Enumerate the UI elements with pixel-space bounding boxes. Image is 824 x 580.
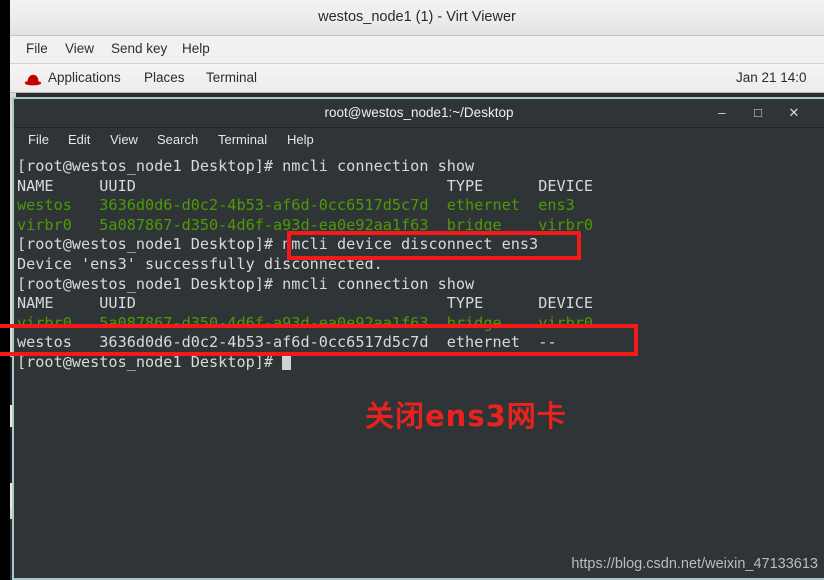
- terminal-text: virbr0 5a087867-d350-4d6f-a93d-ea0e92aa1…: [17, 313, 603, 332]
- terminal-line: [root@westos_node1 Desktop]# nmcli conne…: [17, 157, 824, 177]
- watermark-text: https://blog.csdn.net/weixin_47133613: [571, 556, 818, 572]
- terminal-text: [root@westos_node1 Desktop]# nmcli devic…: [17, 235, 539, 254]
- terminal-text: NAME UUID TYPE DEVICE: [17, 176, 603, 195]
- terminal-menubar: File Edit View Search Terminal Help: [14, 128, 824, 154]
- terminal-text: Device 'ens3' successfully disconnected.: [17, 254, 383, 273]
- menu-file[interactable]: File: [26, 41, 48, 56]
- terminal-cursor: [282, 354, 292, 370]
- terminal-menu-terminal[interactable]: Terminal: [218, 132, 267, 147]
- terminal-text: virbr0 5a087867-d350-4d6f-a93d-ea0e92aa1…: [17, 215, 603, 234]
- terminal-menu-file[interactable]: File: [28, 132, 49, 147]
- virt-viewer-titlebar: westos_node1 (1) - Virt Viewer: [10, 0, 824, 36]
- panel-places-menu[interactable]: Places: [144, 70, 185, 85]
- close-button[interactable]: ✕: [784, 104, 804, 122]
- terminal-text: westos 3636d0d6-d0c2-4b53-af6d-0cc6517d5…: [17, 196, 603, 215]
- terminal-text: [root@westos_node1 Desktop]# nmcli conne…: [17, 274, 475, 293]
- terminal-line: [root@westos_node1 Desktop]#: [17, 353, 824, 373]
- virt-viewer-window: westos_node1 (1) - Virt Viewer File View…: [0, 0, 824, 580]
- terminal-text: [root@westos_node1 Desktop]#: [17, 352, 283, 371]
- terminal-title: root@westos_node1:~/Desktop: [324, 105, 514, 120]
- minimize-button[interactable]: –: [712, 104, 732, 122]
- menu-send-key[interactable]: Send key: [111, 41, 167, 56]
- terminal-menu-view[interactable]: View: [110, 132, 138, 147]
- maximize-button[interactable]: □: [748, 104, 768, 122]
- terminal-line: [root@westos_node1 Desktop]# nmcli conne…: [17, 275, 824, 295]
- terminal-line: NAME UUID TYPE DEVICE: [17, 294, 824, 314]
- terminal-menu-edit[interactable]: Edit: [68, 132, 90, 147]
- terminal-menu-search[interactable]: Search: [157, 132, 198, 147]
- terminal-line: NAME UUID TYPE DEVICE: [17, 177, 824, 197]
- terminal-line: westos 3636d0d6-d0c2-4b53-af6d-0cc6517d5…: [17, 333, 824, 353]
- panel-clock[interactable]: Jan 21 14:0: [736, 70, 824, 85]
- terminal-line: westos 3636d0d6-d0c2-4b53-af6d-0cc6517d5…: [17, 196, 824, 216]
- red-hat-logo-icon: [24, 74, 42, 86]
- guest-top-panel: Applications Places Terminal Jan 21 14:0: [10, 64, 824, 93]
- virt-viewer-title: westos_node1 (1) - Virt Viewer: [318, 9, 516, 25]
- terminal-text: westos 3636d0d6-d0c2-4b53-af6d-0cc6517d5…: [17, 333, 603, 352]
- terminal-line: Device 'ens3' successfully disconnected.: [17, 255, 824, 275]
- panel-terminal-window-item[interactable]: Terminal: [206, 70, 257, 85]
- terminal-line: virbr0 5a087867-d350-4d6f-a93d-ea0e92aa1…: [17, 314, 824, 334]
- virt-viewer-menubar: File View Send key Help: [10, 36, 824, 64]
- terminal-line: [root@westos_node1 Desktop]# nmcli devic…: [17, 235, 824, 255]
- menu-view[interactable]: View: [65, 41, 94, 56]
- terminal-text: [root@westos_node1 Desktop]# nmcli conne…: [17, 157, 475, 175]
- terminal-menu-help[interactable]: Help: [287, 132, 314, 147]
- terminal-window: root@westos_node1:~/Desktop – □ ✕ File E…: [12, 97, 824, 580]
- terminal-text: NAME UUID TYPE DEVICE: [17, 294, 603, 313]
- terminal-titlebar: root@westos_node1:~/Desktop – □ ✕: [14, 99, 824, 128]
- panel-applications-menu[interactable]: Applications: [48, 70, 121, 85]
- annotation-note: 关闭ens3网卡: [365, 399, 567, 433]
- menu-help[interactable]: Help: [182, 41, 210, 56]
- terminal-line: virbr0 5a087867-d350-4d6f-a93d-ea0e92aa1…: [17, 216, 824, 236]
- terminal-output-area[interactable]: [root@westos_node1 Desktop]# nmcli conne…: [14, 154, 824, 578]
